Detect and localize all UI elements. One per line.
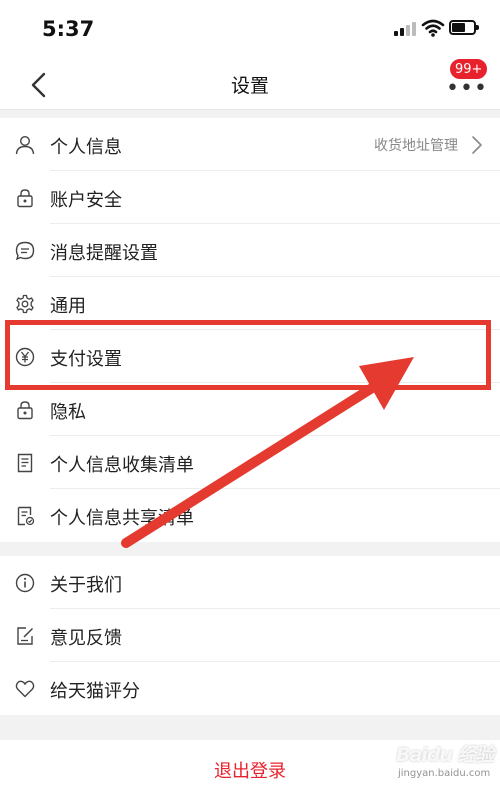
settings-item-label: 个人信息共享清单	[50, 508, 194, 529]
chevron-right-icon	[472, 136, 482, 154]
lock-icon	[17, 401, 33, 420]
edit-note-icon	[17, 627, 34, 645]
watermark-logo: Baidu 经验	[396, 744, 495, 766]
settings-item-privacy[interactable]: 隐私	[0, 383, 500, 436]
settings-item-label: 账户安全	[50, 190, 122, 211]
settings-item-account-security[interactable]: 账户安全	[0, 171, 500, 224]
settings-item-about-us[interactable]: 关于我们	[0, 556, 500, 609]
settings-item-data-collection-list[interactable]: 个人信息收集清单	[0, 436, 500, 489]
settings-item-general[interactable]: 通用	[0, 277, 500, 330]
settings-item-label: 意见反馈	[50, 628, 122, 649]
settings-item-label: 个人信息	[50, 137, 122, 158]
settings-item-feedback[interactable]: 意见反馈	[0, 609, 500, 662]
cellular-signal-icon	[394, 22, 418, 36]
more-dots-icon: •••	[446, 76, 488, 101]
info-icon	[15, 573, 35, 593]
battery-icon	[449, 20, 479, 35]
lock-icon	[17, 189, 33, 208]
address-management-link[interactable]: 收货地址管理	[374, 135, 458, 155]
settings-item-label: 隐私	[50, 402, 86, 423]
settings-item-label: 关于我们	[50, 575, 122, 596]
settings-item-data-sharing-list[interactable]: 个人信息共享清单	[0, 489, 500, 542]
settings-item-notifications[interactable]: 消息提醒设置	[0, 224, 500, 277]
settings-item-label: 支付设置	[50, 349, 122, 370]
gear-icon	[16, 294, 34, 314]
document-list-icon	[17, 453, 33, 473]
baidu-jingyan-watermark: Baidu 经验 jingyan.baidu.com	[396, 734, 496, 792]
settings-group-about: 关于我们 意见反馈 给天猫评分	[0, 556, 500, 715]
page-title: 设置	[230, 75, 269, 97]
wifi-icon	[421, 19, 445, 37]
settings-item-rate-app[interactable]: 给天猫评分	[0, 662, 500, 715]
watermark-url: jingyan.baidu.com	[398, 768, 491, 779]
document-share-icon	[17, 506, 35, 526]
settings-group-main: 个人信息 收货地址管理 账户安全 消息提醒设置 通用 支付设置 隐私 个人信息收…	[0, 118, 500, 542]
settings-item-personal-info[interactable]: 个人信息 收货地址管理	[0, 118, 500, 171]
status-bar: 5:37	[0, 0, 500, 58]
notification-badge: 99+	[449, 58, 489, 80]
settings-item-payment[interactable]: 支付设置	[0, 330, 500, 383]
settings-item-label: 消息提醒设置	[50, 243, 158, 264]
settings-item-label: 通用	[50, 296, 86, 317]
chat-bubble-icon	[15, 241, 35, 261]
person-icon	[15, 135, 35, 155]
status-time: 5:37	[42, 17, 95, 41]
yuan-icon	[15, 347, 35, 367]
nav-bar: 设置 •••	[0, 58, 500, 110]
heart-icon	[15, 680, 35, 698]
settings-item-label: 个人信息收集清单	[50, 455, 194, 476]
settings-item-label: 给天猫评分	[50, 681, 140, 702]
